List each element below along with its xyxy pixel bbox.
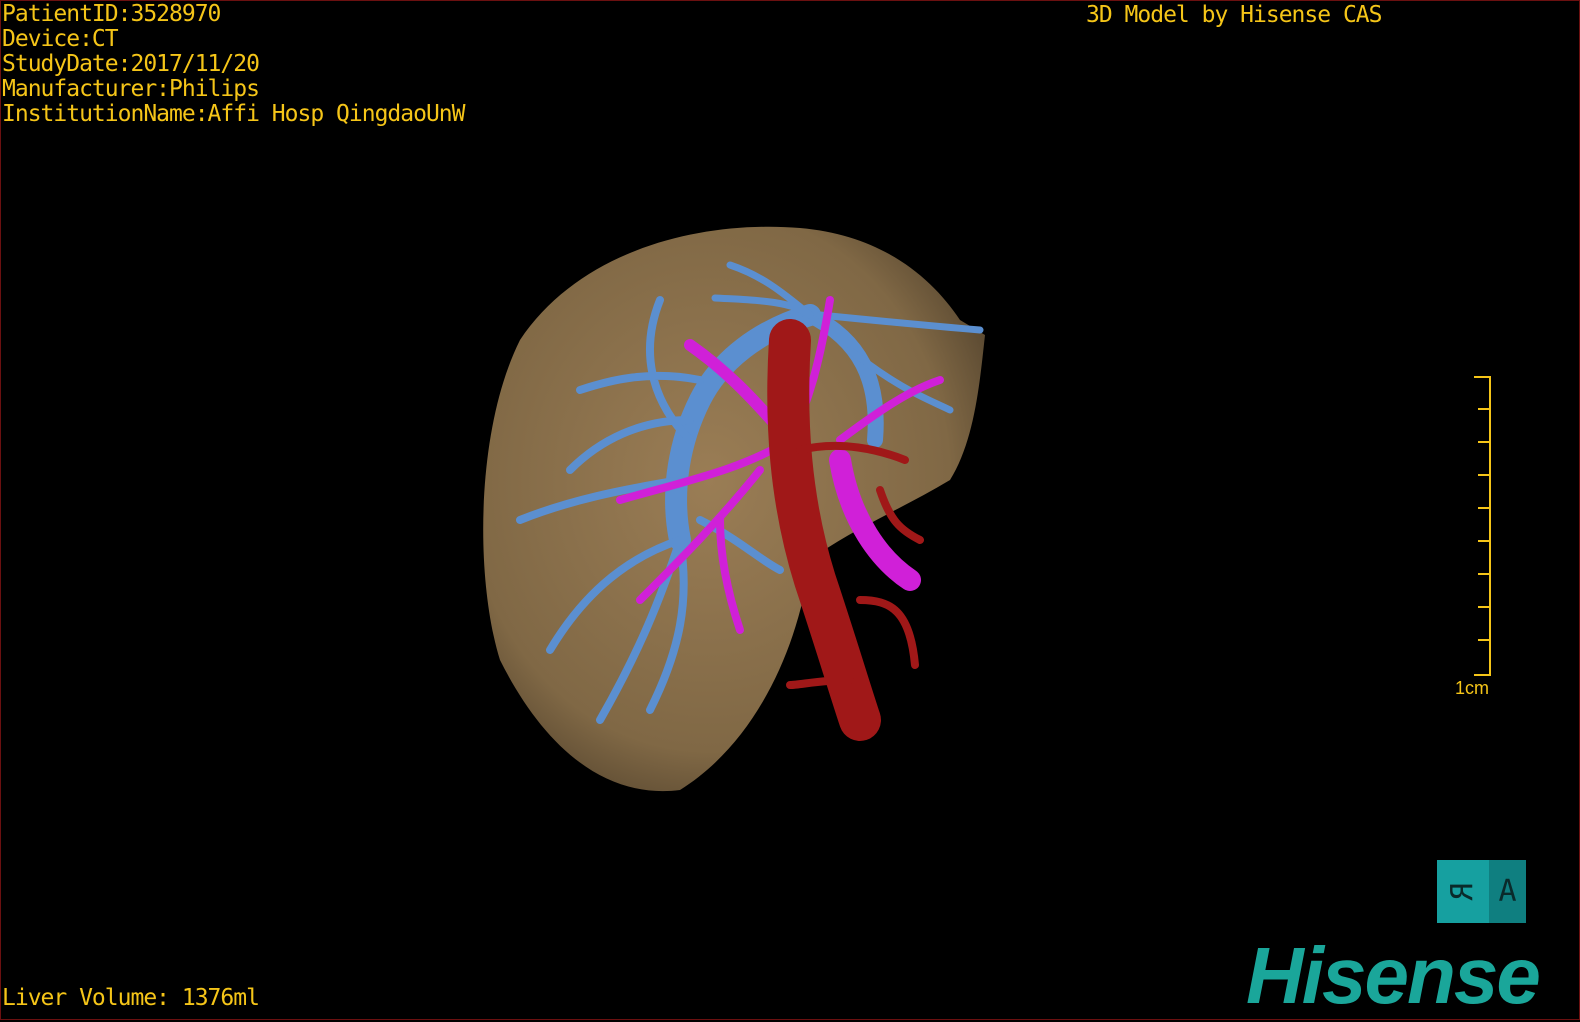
device: Device:CT (2, 26, 119, 52)
3d-liver-model[interactable] (0, 0, 1580, 1020)
scale-bar (1474, 376, 1491, 676)
model-credit: 3D Model by Hisense CAS (1086, 2, 1382, 28)
scale-bar-label: 1cm (1455, 678, 1490, 698)
institution-name: InstitutionName:Affi Hosp QingdaoUnW (2, 101, 465, 127)
orientation-face-anterior: A (1489, 860, 1526, 923)
patient-id: PatientID:3528970 (2, 1, 221, 27)
hisense-logo: Hisense (1246, 931, 1541, 1020)
orientation-face-right: R (1437, 860, 1489, 923)
study-date: StudyDate:2017/11/20 (2, 51, 260, 77)
orientation-cube[interactable]: R A (1437, 860, 1526, 923)
manufacturer: Manufacturer:Philips (2, 76, 260, 102)
dicom-info-overlay: PatientID:3528970 Device:CT StudyDate:20… (2, 2, 465, 127)
liver-volume: Liver Volume: 1376ml (2, 985, 260, 1011)
